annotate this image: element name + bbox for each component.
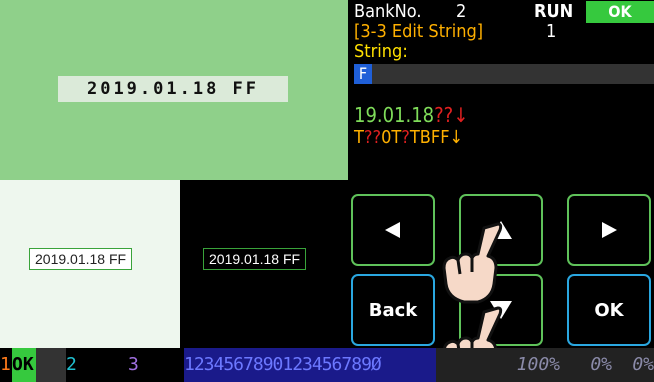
slot1-ok: OK <box>12 348 36 382</box>
black-preview-text: 2019.01.18 FF <box>203 248 307 270</box>
digit-strip: 1234567890123456789Ø <box>184 348 436 382</box>
ok-status-badge: OK <box>586 1 654 23</box>
string-preview-line-1: 19.01.18??↓ <box>354 105 468 125</box>
mode-number: 1 <box>546 21 557 42</box>
slot1-number: 1 <box>0 354 11 375</box>
slot3-bar <box>142 348 182 382</box>
bank-number: 2 <box>456 1 467 22</box>
white-preview-text: 2019.01.18 FF <box>29 248 133 270</box>
preview-seg-4: ? <box>401 127 410 148</box>
slot1-bar <box>36 348 66 382</box>
preview-date: 19.01.18 <box>354 103 435 127</box>
ok-button[interactable]: OK <box>567 274 651 346</box>
percent-1: 100% <box>436 348 566 382</box>
preview-seg-5: TBFF↓ <box>409 127 464 148</box>
percent-2: 0% <box>566 348 612 382</box>
left-arrow-icon <box>385 222 400 238</box>
back-button-label: Back <box>368 299 418 321</box>
back-button[interactable]: Back <box>351 274 435 346</box>
left-button[interactable] <box>351 194 435 266</box>
string-preview-line-2: T??0T?TBFF↓ <box>354 128 463 148</box>
string-edit-field[interactable] <box>354 64 654 84</box>
run-status: RUN <box>534 1 574 22</box>
preview-seg-1: T <box>354 127 364 148</box>
preview-tail: ??↓ <box>434 103 469 127</box>
right-button[interactable] <box>567 194 651 266</box>
preview-seg-2: ?? <box>363 127 382 148</box>
edit-cursor[interactable]: F <box>354 64 372 84</box>
slot3-number: 3 <box>128 354 139 375</box>
right-arrow-icon <box>602 222 617 238</box>
green-preview-text: 2019.01.18 FF <box>58 76 288 102</box>
pointing-hand-icon <box>442 222 503 304</box>
string-label: String: <box>354 41 408 62</box>
percent-3: 0% <box>612 348 654 382</box>
green-preview-panel: 2019.01.18 FF <box>0 0 348 180</box>
preview-seg-3: 0T <box>381 127 402 148</box>
mode-title: [3-3 Edit String] <box>354 21 484 42</box>
bank-label: BankNo. <box>354 1 422 22</box>
slot2-bar <box>80 348 126 382</box>
ok-button-label: OK <box>594 299 624 321</box>
status-bar: 1 OK 2 3 1234567890123456789Ø 100% 0% 0% <box>0 348 654 382</box>
slot2-number: 2 <box>66 354 77 375</box>
